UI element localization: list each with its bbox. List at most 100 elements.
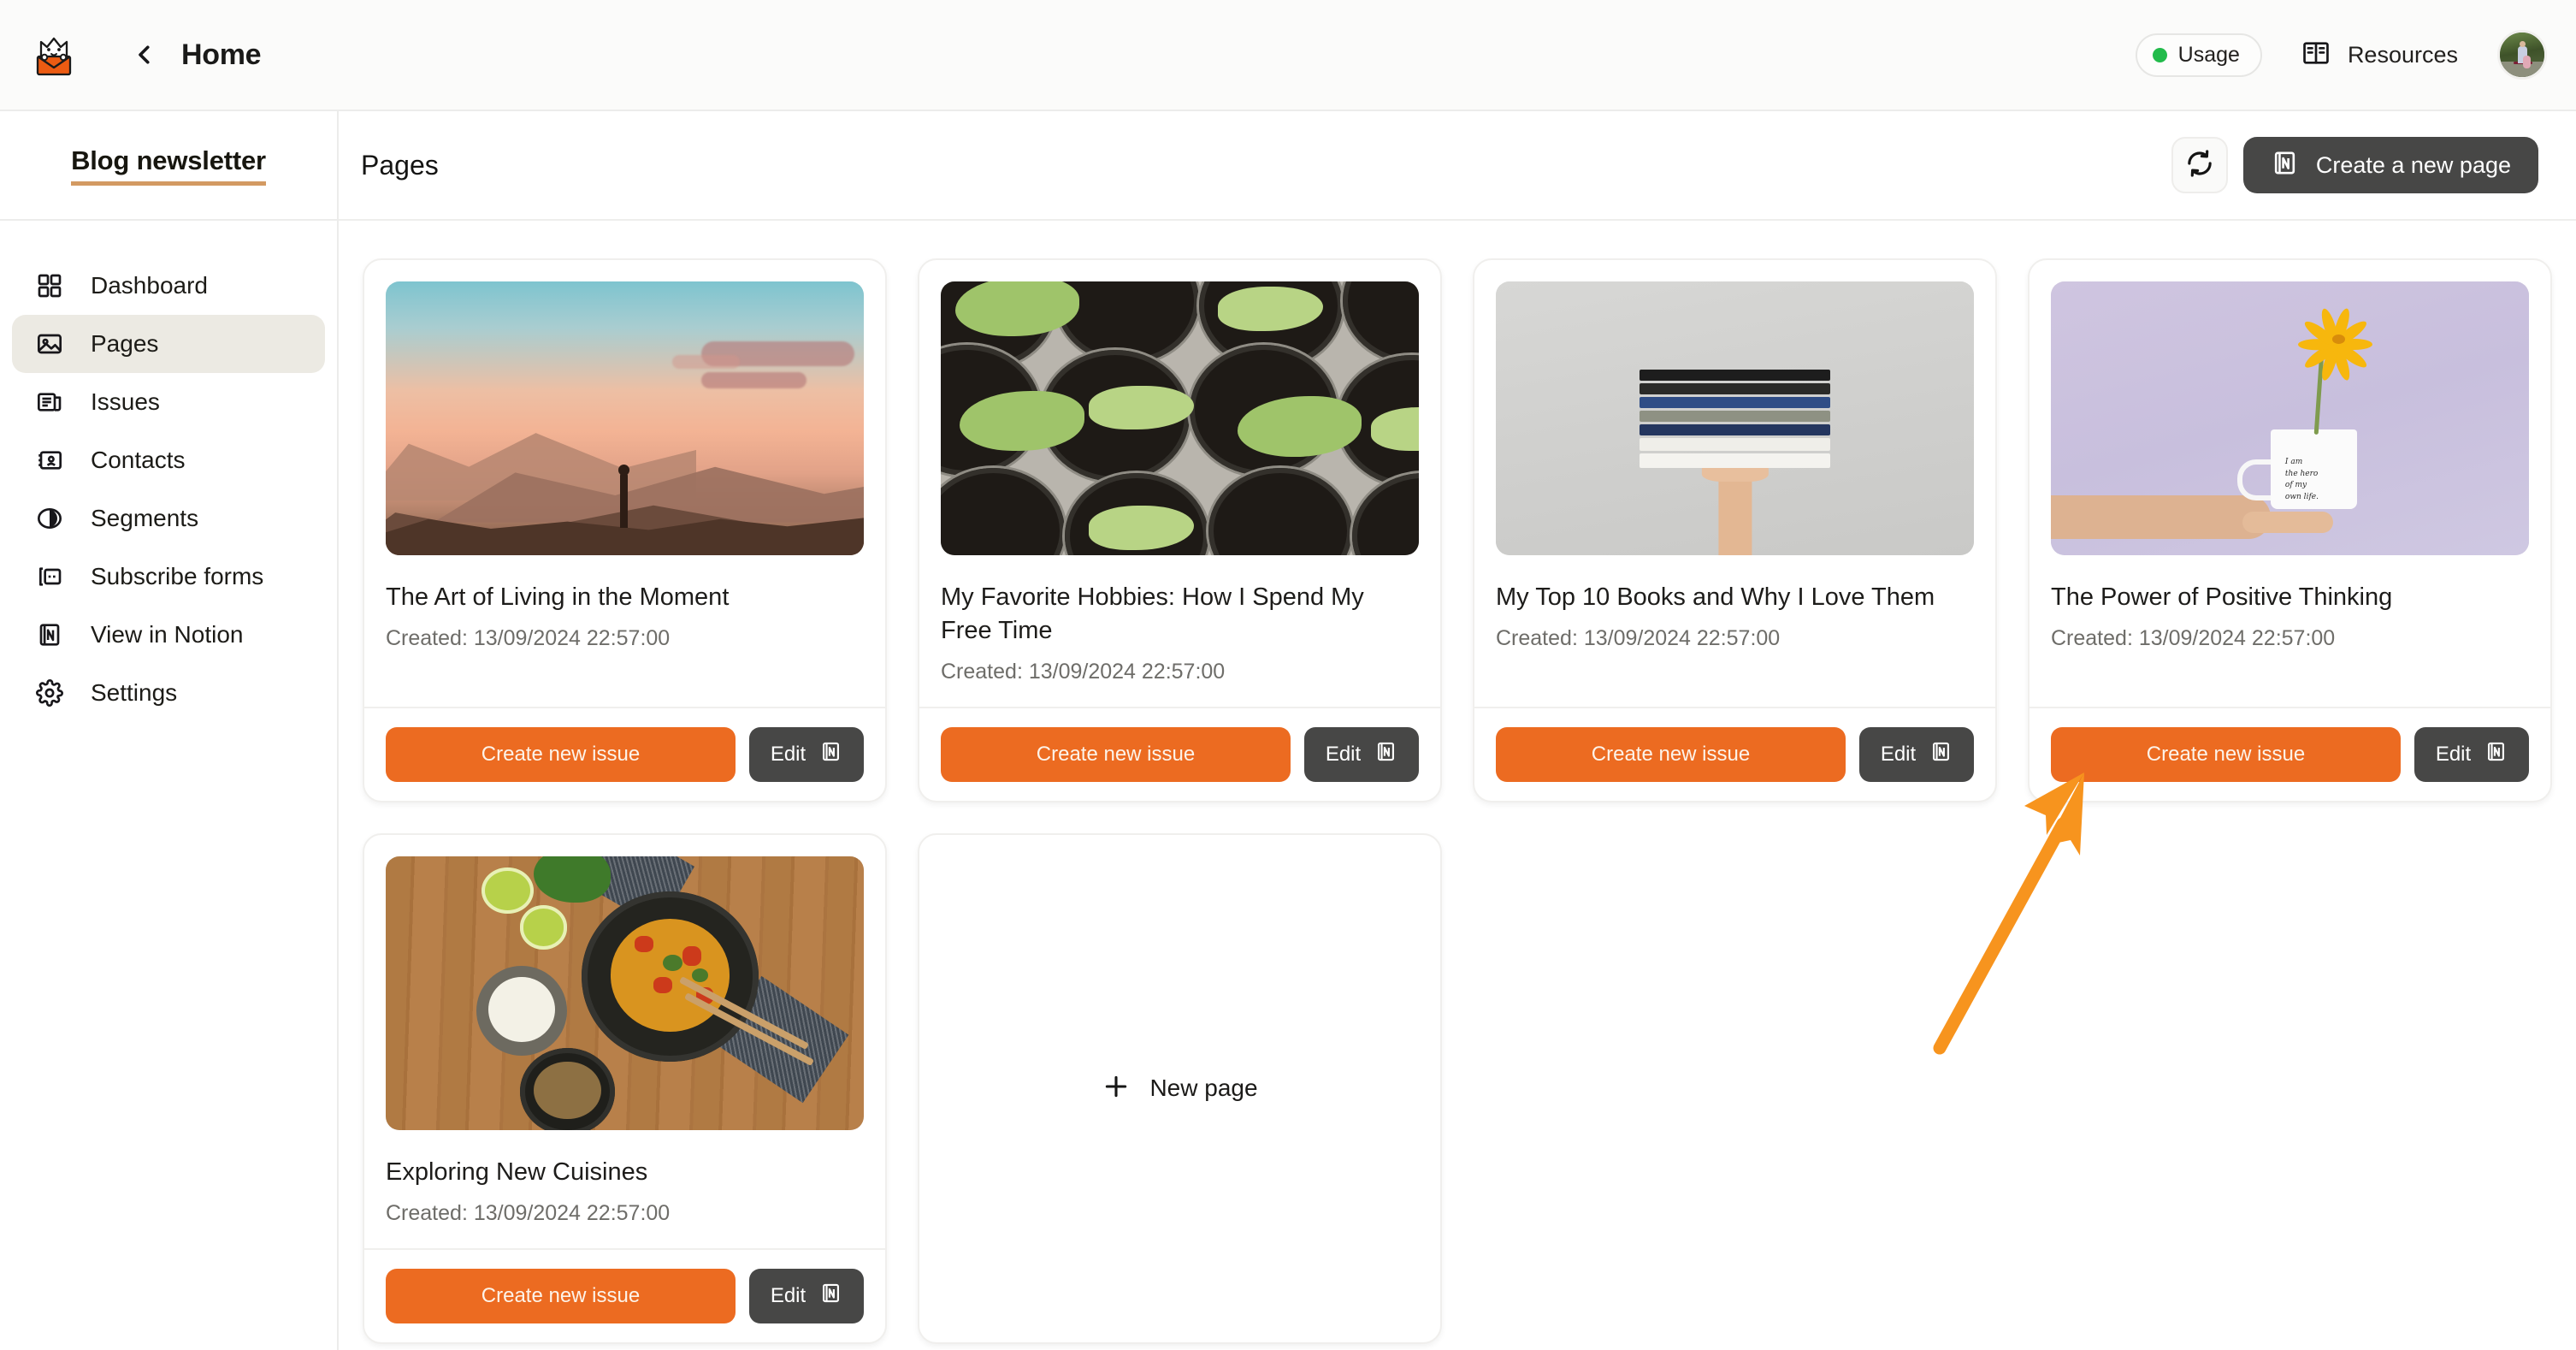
page-card-footer: Create new issue Edit bbox=[364, 1247, 885, 1342]
page-card-title: My Favorite Hobbies: How I Spend My Free… bbox=[941, 583, 1364, 644]
image-icon bbox=[34, 329, 65, 359]
notion-icon bbox=[34, 619, 65, 650]
sidebar-item-dashboard[interactable]: Dashboard bbox=[12, 257, 325, 315]
edit-label: Edit bbox=[2435, 742, 2472, 766]
create-new-issue-button[interactable]: Create new issue bbox=[1496, 726, 1846, 782]
page-card-created: Created: 13/09/2024 22:57:00 bbox=[2051, 625, 2336, 650]
gear-icon bbox=[34, 678, 65, 708]
notion-icon bbox=[1929, 740, 1953, 769]
pie-chart-icon bbox=[34, 503, 65, 534]
page-card[interactable]: Exploring New Cuisines Created: 13/09/20… bbox=[363, 832, 887, 1344]
edit-button[interactable]: Edit bbox=[2414, 726, 2529, 782]
sidebar-item-label: Contacts bbox=[91, 447, 186, 473]
edit-label: Edit bbox=[1325, 742, 1362, 766]
page-card-body: The Art of Living in the Moment Created:… bbox=[364, 260, 885, 707]
content-title: Pages bbox=[361, 149, 439, 181]
top-bar-actions: Usage Resources bbox=[2135, 30, 2547, 80]
notion-icon bbox=[819, 740, 842, 769]
resources-label: Resources bbox=[2347, 41, 2458, 68]
usage-button[interactable]: Usage bbox=[2135, 33, 2262, 77]
page-card-title: My Top 10 Books and Why I Love Them bbox=[1496, 583, 1935, 611]
sidebar-item-issues[interactable]: Issues bbox=[12, 373, 325, 431]
page-thumbnail bbox=[1496, 281, 1974, 555]
page-card-body: I am the hero of my own life. The Power … bbox=[2029, 260, 2550, 707]
page-card-created: Created: 13/09/2024 22:57:00 bbox=[386, 625, 671, 650]
sidebar-item-settings[interactable]: Settings bbox=[12, 664, 325, 722]
page-card-created: Created: 13/09/2024 22:57:00 bbox=[1496, 625, 1781, 650]
form-icon bbox=[34, 561, 65, 592]
notion-icon bbox=[1374, 740, 1397, 769]
main-content: Pages Create a new page The Art of Livin… bbox=[339, 111, 2576, 1350]
sidebar-item-pages[interactable]: Pages bbox=[12, 315, 325, 373]
book-icon bbox=[2301, 38, 2331, 72]
refresh-button[interactable] bbox=[2171, 137, 2228, 193]
sidebar-item-label: Settings bbox=[91, 679, 178, 706]
create-new-issue-button[interactable]: Create new issue bbox=[386, 1268, 736, 1323]
toolbar-actions: Create a new page bbox=[2171, 137, 2538, 193]
notion-icon bbox=[2484, 740, 2508, 769]
page-card-footer: Create new issue Edit bbox=[919, 706, 1440, 801]
sidebar-nav: Dashboard Pages Issues Contacts Segments… bbox=[0, 221, 337, 722]
pages-grid: The Art of Living in the Moment Created:… bbox=[339, 221, 2576, 1344]
page-card-title: The Art of Living in the Moment bbox=[386, 583, 730, 611]
page-card[interactable]: I am the hero of my own life. The Power … bbox=[2028, 258, 2552, 802]
edit-button[interactable]: Edit bbox=[1859, 726, 1974, 782]
new-page-card[interactable]: New page bbox=[918, 832, 1442, 1344]
avatar[interactable] bbox=[2497, 30, 2547, 80]
edit-label: Edit bbox=[1880, 742, 1917, 766]
page-card[interactable]: My Top 10 Books and Why I Love Them Crea… bbox=[1473, 258, 1997, 802]
page-card-title: Exploring New Cuisines bbox=[386, 1158, 648, 1186]
notion-icon bbox=[819, 1282, 842, 1311]
page-card-created: Created: 13/09/2024 22:57:00 bbox=[386, 1200, 671, 1225]
page-card[interactable]: The Art of Living in the Moment Created:… bbox=[363, 258, 887, 802]
edit-button[interactable]: Edit bbox=[1304, 726, 1419, 782]
refresh-icon bbox=[2184, 148, 2215, 183]
sidebar-item-label: Dashboard bbox=[91, 272, 208, 299]
usage-label: Usage bbox=[2177, 42, 2240, 67]
sidebar-item-label: Subscribe forms bbox=[91, 563, 264, 589]
create-new-issue-button[interactable]: Create new issue bbox=[386, 726, 736, 782]
newspaper-icon bbox=[34, 387, 65, 417]
plus-icon bbox=[1102, 1072, 1131, 1105]
sidebar-item-subscribe-forms[interactable]: Subscribe forms bbox=[12, 548, 325, 606]
edit-label: Edit bbox=[770, 742, 806, 766]
resources-button[interactable]: Resources bbox=[2301, 38, 2458, 72]
page-card-body: My Top 10 Books and Why I Love Them Crea… bbox=[1474, 260, 1995, 707]
page-card-body: My Favorite Hobbies: How I Spend My Free… bbox=[919, 260, 1440, 707]
edit-button[interactable]: Edit bbox=[749, 726, 864, 782]
edit-label: Edit bbox=[770, 1283, 806, 1307]
page-title: Home bbox=[181, 38, 262, 71]
new-page-label: New page bbox=[1149, 1075, 1258, 1102]
edit-button[interactable]: Edit bbox=[749, 1268, 864, 1323]
cat-in-envelope-logo[interactable] bbox=[27, 28, 80, 81]
brand-title[interactable]: Blog newsletter bbox=[71, 145, 266, 186]
page-thumbnail bbox=[386, 281, 864, 555]
grid-icon bbox=[34, 270, 65, 301]
sidebar-item-label: Segments bbox=[91, 505, 199, 531]
sidebar-item-label: Issues bbox=[91, 388, 160, 415]
page-thumbnail bbox=[386, 856, 864, 1130]
page-card-created: Created: 13/09/2024 22:57:00 bbox=[941, 659, 1226, 684]
contact-card-icon bbox=[34, 445, 65, 476]
sidebar-item-view-in-notion[interactable]: View in Notion bbox=[12, 606, 325, 664]
page-thumbnail bbox=[941, 281, 1419, 555]
create-a-new-page-label: Create a new page bbox=[2315, 151, 2511, 178]
page-card[interactable]: My Favorite Hobbies: How I Spend My Free… bbox=[918, 258, 1442, 802]
notion-icon bbox=[2271, 149, 2299, 181]
page-thumbnail: I am the hero of my own life. bbox=[2051, 281, 2529, 555]
content-toolbar: Pages Create a new page bbox=[339, 111, 2576, 221]
sidebar-item-contacts[interactable]: Contacts bbox=[12, 431, 325, 489]
sidebar-item-segments[interactable]: Segments bbox=[12, 489, 325, 548]
sidebar-brand: Blog newsletter bbox=[0, 111, 337, 221]
page-card-title: The Power of Positive Thinking bbox=[2051, 583, 2393, 611]
create-new-issue-button[interactable]: Create new issue bbox=[941, 726, 1291, 782]
page-card-footer: Create new issue Edit bbox=[364, 706, 885, 801]
create-a-new-page-button[interactable]: Create a new page bbox=[2242, 137, 2538, 193]
top-bar: Home Usage Resources bbox=[0, 0, 2576, 111]
usage-status-dot bbox=[2152, 47, 2167, 62]
sidebar-item-label: Pages bbox=[91, 330, 159, 357]
sidebar-item-label: View in Notion bbox=[91, 621, 244, 648]
create-new-issue-button[interactable]: Create new issue bbox=[2051, 726, 2401, 782]
chevron-left-icon[interactable] bbox=[130, 40, 159, 69]
page-card-footer: Create new issue Edit bbox=[2029, 706, 2550, 801]
